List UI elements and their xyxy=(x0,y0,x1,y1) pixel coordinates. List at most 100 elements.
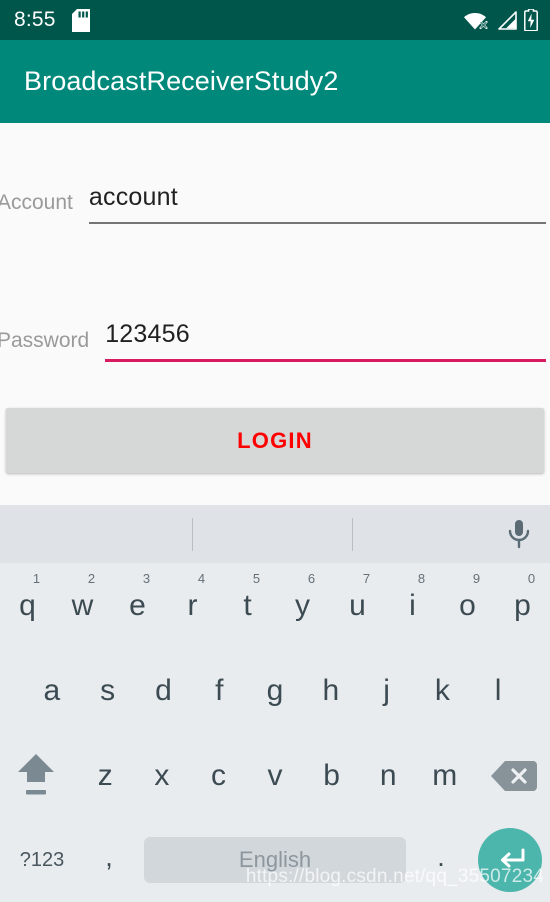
symbols-key[interactable]: ?123 xyxy=(6,818,78,902)
key-m[interactable]: m xyxy=(416,733,473,818)
keyboard-row-4: ?123 , English . xyxy=(0,818,550,902)
key-j[interactable]: j xyxy=(359,648,415,733)
key-k-label: k xyxy=(434,673,450,707)
key-n-label: n xyxy=(379,758,397,792)
password-label: Password xyxy=(0,329,90,352)
phone-screen: 8:55 BroadcastReceiverStudy2 Account acc… xyxy=(0,0,550,902)
backspace-icon[interactable] xyxy=(478,733,550,818)
period-key[interactable]: . xyxy=(410,818,472,902)
key-b[interactable]: b xyxy=(303,733,360,818)
sd-card-icon xyxy=(71,8,90,32)
login-button[interactable]: LOGIN xyxy=(6,408,544,473)
suggestion-bar xyxy=(0,505,550,563)
key-t[interactable]: 5 t xyxy=(220,563,275,648)
key-v[interactable]: v xyxy=(247,733,304,818)
key-q-label: q xyxy=(19,588,36,622)
key-w-label: w xyxy=(71,588,94,622)
key-p[interactable]: 0 p xyxy=(495,563,550,648)
keyboard-row-1: 1 q 2 w 3 e 4 r 5 t 6 y 7 u 8 i 9 o 0 p xyxy=(0,563,550,648)
password-input-wrap[interactable]: 123456 xyxy=(105,320,546,362)
login-form: Account account Password 123456 LOGIN xyxy=(0,123,550,505)
key-a[interactable]: a xyxy=(24,648,80,733)
key-c-label: c xyxy=(210,758,226,792)
suggestion-slot-2[interactable] xyxy=(183,505,366,563)
key-t-number: 5 xyxy=(252,571,261,586)
key-h[interactable]: h xyxy=(303,648,359,733)
key-p-label: p xyxy=(514,588,531,622)
account-underline xyxy=(88,222,546,224)
key-p-number: 0 xyxy=(527,571,536,586)
app-bar: BroadcastReceiverStudy2 xyxy=(0,40,550,123)
keyboard-row-3: z x c v b n m xyxy=(0,733,550,818)
password-input[interactable]: 123456 xyxy=(105,320,546,359)
account-field-row: Account account xyxy=(0,183,550,224)
key-o[interactable]: 9 o xyxy=(440,563,495,648)
key-f[interactable]: f xyxy=(191,648,247,733)
microphone-icon[interactable] xyxy=(501,516,537,552)
key-z[interactable]: z xyxy=(77,733,134,818)
account-input[interactable]: account xyxy=(89,183,546,222)
key-o-number: 9 xyxy=(472,571,481,586)
key-y[interactable]: 6 y xyxy=(275,563,330,648)
key-l-label: l xyxy=(494,673,502,707)
status-left-icons xyxy=(71,8,90,32)
status-right-icons xyxy=(464,9,538,31)
key-r[interactable]: 4 r xyxy=(165,563,220,648)
key-c[interactable]: c xyxy=(190,733,247,818)
key-s-label: s xyxy=(100,673,116,707)
key-r-number: 4 xyxy=(197,571,206,586)
key-m-label: m xyxy=(432,758,458,792)
key-y-number: 6 xyxy=(307,571,316,586)
key-x-label: x xyxy=(154,758,170,792)
status-bar: 8:55 xyxy=(0,0,550,40)
key-k[interactable]: k xyxy=(414,648,470,733)
key-r-label: r xyxy=(187,588,198,622)
key-j-label: j xyxy=(383,673,390,707)
key-b-label: b xyxy=(323,758,340,792)
keyboard-row-2: a s d f g h j k l xyxy=(0,648,550,733)
comma-key[interactable]: , xyxy=(78,818,140,902)
account-input-wrap[interactable]: account xyxy=(88,183,546,224)
key-d-label: d xyxy=(155,673,172,707)
account-label: Account xyxy=(0,191,73,214)
shift-key-icon[interactable] xyxy=(0,733,72,818)
suggestion-slot-1[interactable] xyxy=(0,505,183,563)
password-field-row: Password 123456 xyxy=(0,320,550,362)
wifi-disconnected-icon xyxy=(464,10,490,30)
suggestion-divider-2 xyxy=(352,518,353,551)
enter-return-icon[interactable] xyxy=(478,828,542,892)
key-w[interactable]: 2 w xyxy=(55,563,110,648)
key-f-label: f xyxy=(215,673,224,707)
key-g-label: g xyxy=(266,673,284,707)
app-title: BroadcastReceiverStudy2 xyxy=(24,66,339,96)
key-u-label: u xyxy=(349,588,366,622)
key-a-label: a xyxy=(43,673,61,707)
key-e[interactable]: 3 e xyxy=(110,563,165,648)
key-u[interactable]: 7 u xyxy=(330,563,385,648)
status-clock: 8:55 xyxy=(14,8,56,31)
key-n[interactable]: n xyxy=(360,733,417,818)
key-u-number: 7 xyxy=(362,571,371,586)
password-underline xyxy=(105,359,546,362)
key-t-label: t xyxy=(243,588,252,622)
key-y-label: y xyxy=(295,588,310,622)
key-i-label: i xyxy=(409,588,416,622)
soft-keyboard: 1 q 2 w 3 e 4 r 5 t 6 y 7 u 8 i 9 o 0 p … xyxy=(0,505,550,902)
cell-signal-icon xyxy=(497,10,517,30)
key-d[interactable]: d xyxy=(136,648,192,733)
key-x[interactable]: x xyxy=(134,733,191,818)
key-e-number: 3 xyxy=(142,571,151,586)
key-o-label: o xyxy=(459,588,476,622)
key-i-number: 8 xyxy=(417,571,426,586)
key-z-label: z xyxy=(97,758,113,792)
key-s[interactable]: s xyxy=(80,648,136,733)
key-w-number: 2 xyxy=(87,571,96,586)
key-q[interactable]: 1 q xyxy=(0,563,55,648)
key-h-label: h xyxy=(322,673,340,707)
key-l[interactable]: l xyxy=(470,648,526,733)
space-key[interactable]: English xyxy=(144,837,406,883)
key-i[interactable]: 8 i xyxy=(385,563,440,648)
key-g[interactable]: g xyxy=(247,648,303,733)
battery-charging-icon xyxy=(524,9,538,31)
key-q-number: 1 xyxy=(32,571,41,586)
